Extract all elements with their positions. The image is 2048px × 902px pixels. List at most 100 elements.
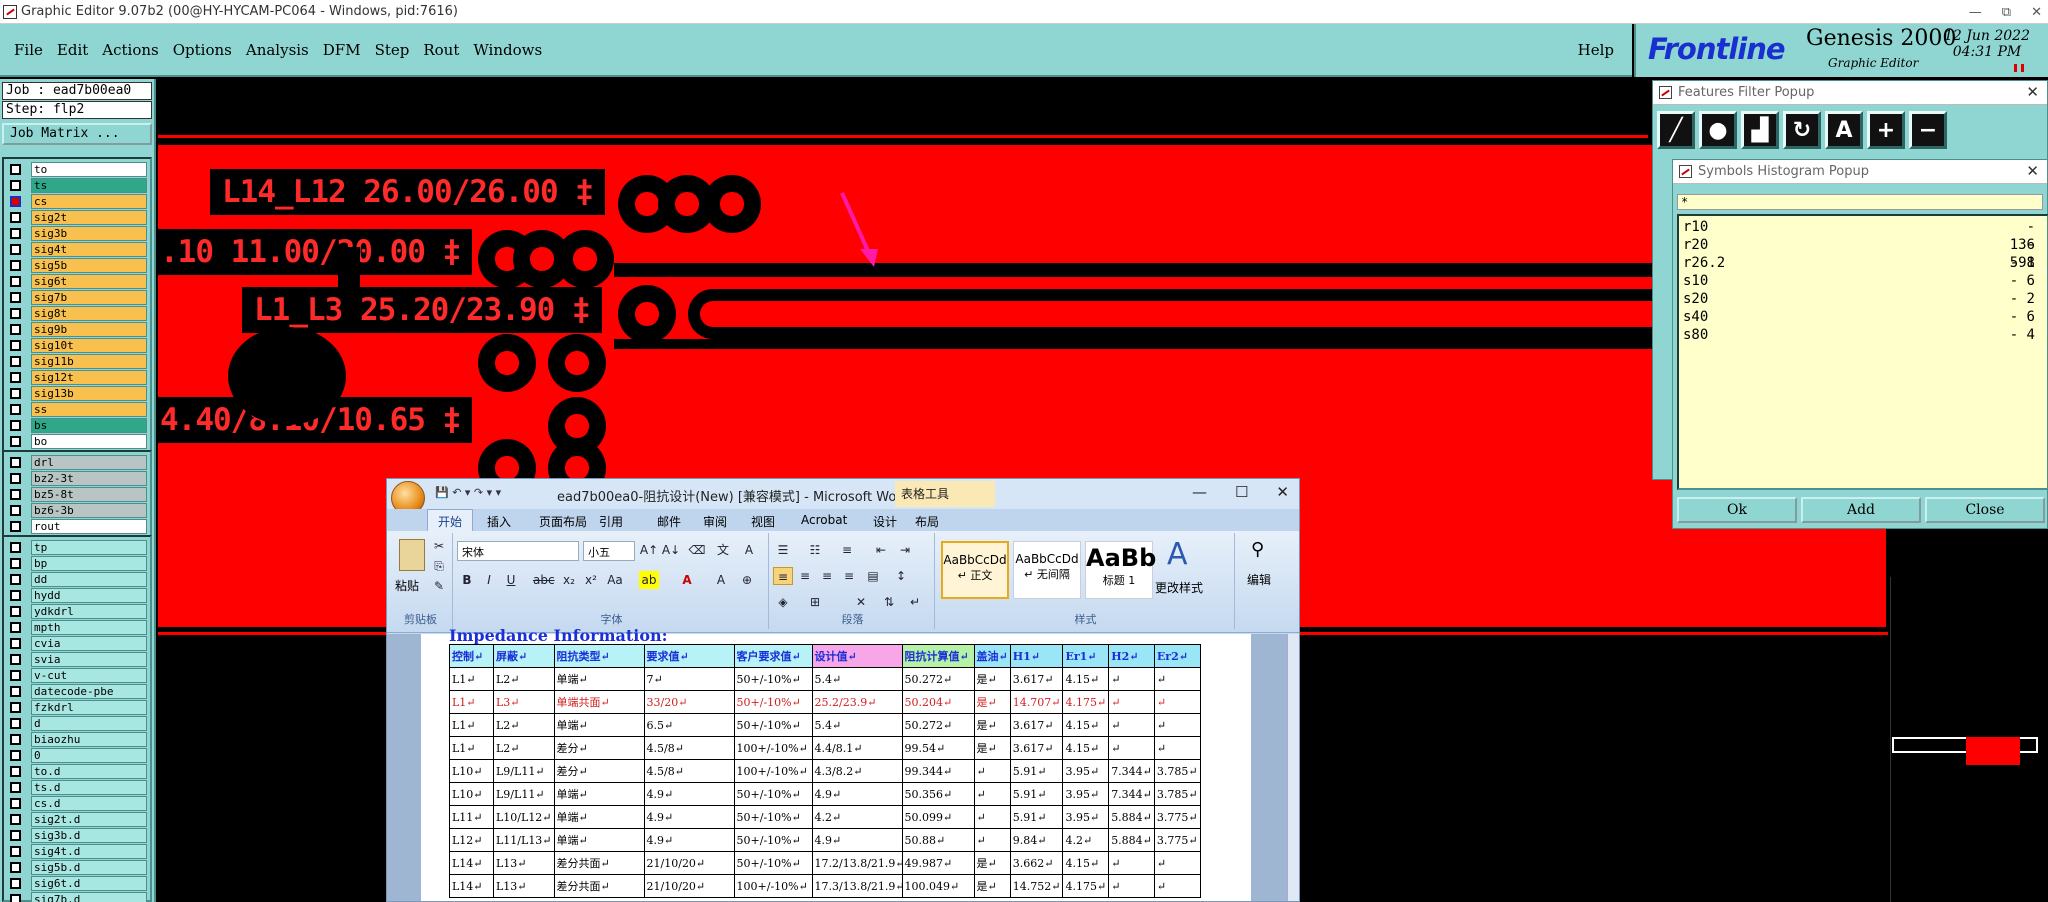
table-cell[interactable]: 3.95↵	[1062, 782, 1110, 806]
layer-checkbox[interactable]	[10, 893, 21, 902]
layer-name[interactable]: ts.d	[31, 779, 147, 795]
font-size-select[interactable]: 小五	[583, 541, 635, 561]
pad-icon[interactable]: ●	[1699, 111, 1737, 149]
layer-name[interactable]: sig2t.d	[31, 811, 147, 827]
align-left-icon[interactable]: ≡	[773, 567, 793, 585]
ribbon-tab[interactable]: 布局	[915, 513, 939, 530]
histogram-row[interactable]: s20 - 2	[1683, 290, 2043, 308]
layer-checkbox[interactable]	[10, 557, 21, 569]
table-header-cell[interactable]: 控制↵	[449, 644, 494, 668]
table-cell[interactable]: 4.15↵	[1062, 667, 1110, 691]
sort-icon[interactable]: ⇅	[879, 593, 899, 611]
ribbon-tab[interactable]: 视图	[751, 513, 775, 530]
layer-name[interactable]: ss	[31, 401, 147, 417]
surface-icon[interactable]: ▟	[1741, 111, 1779, 149]
layer-row[interactable]: sig5b	[4, 257, 150, 273]
table-header-cell[interactable]: 屏蔽↵	[493, 644, 555, 668]
strikethrough-icon[interactable]: abc	[533, 571, 555, 589]
layer-row[interactable]: bs	[4, 417, 150, 433]
layer-checkbox[interactable]	[10, 717, 21, 729]
layer-row[interactable]: dd	[4, 571, 150, 587]
table-cell[interactable]: L1↵	[449, 713, 494, 737]
layer-row[interactable]: ts.d	[4, 779, 150, 795]
style-no-spacing[interactable]: AaBbCcDd ↵ 无间隔	[1013, 541, 1081, 599]
layer-name[interactable]: sig6t.d	[31, 875, 147, 891]
table-cell[interactable]: ↵	[1108, 851, 1155, 875]
layer-row[interactable]: hydd	[4, 587, 150, 603]
table-cell[interactable]: 4.15↵	[1062, 713, 1110, 737]
table-cell[interactable]: 50.272↵	[901, 667, 975, 691]
table-header-cell[interactable]: 要求值↵	[643, 644, 735, 668]
layer-row[interactable]: tp	[4, 539, 150, 555]
layer-checkbox[interactable]	[10, 291, 21, 303]
table-cell[interactable]: 50.88↵	[901, 828, 975, 852]
show-marks-icon[interactable]: ↵	[905, 593, 925, 611]
layer-row[interactable]: drl	[4, 454, 150, 470]
table-cell[interactable]: 50.204↵	[901, 690, 975, 714]
layer-name[interactable]: sig5b.d	[31, 859, 147, 875]
layer-checkbox[interactable]	[10, 339, 21, 351]
align-right-icon[interactable]: ≡	[817, 567, 837, 585]
table-cell[interactable]: 4.9↵	[643, 782, 735, 806]
layer-checkbox[interactable]	[10, 488, 21, 500]
layer-name[interactable]: sig11b	[31, 353, 147, 369]
table-cell[interactable]: L13↵	[493, 874, 555, 898]
histogram-row[interactable]: r26.2 - 1	[1683, 254, 2043, 272]
table-cell[interactable]: 4.9↵	[811, 828, 903, 852]
table-cell[interactable]: 3.617↵	[1009, 736, 1064, 760]
layer-name[interactable]: bs	[31, 417, 147, 433]
impedance-table[interactable]: 控制↵ 屏蔽↵ 阻抗类型↵ 要求值↵ 客户要求值↵ 设计值↵ 阻抗计算值↵ 盖油↵ H1↵ Er1…	[449, 644, 1201, 898]
table-header-cell[interactable]: H2↵	[1108, 644, 1155, 668]
layer-checkbox[interactable]	[10, 653, 21, 665]
table-cell[interactable]: L14↵	[449, 851, 494, 875]
layer-name[interactable]: sig4t	[31, 241, 147, 257]
layer-checkbox[interactable]	[10, 163, 21, 175]
layer-checkbox[interactable]	[10, 275, 21, 287]
close-button[interactable]: ✕	[1276, 483, 1289, 501]
layer-name[interactable]: ydkdrl	[31, 603, 147, 619]
table-cell[interactable]: 100+/-10%↵	[733, 759, 813, 783]
table-cell[interactable]: 是↵	[973, 851, 1011, 875]
menu-edit[interactable]: Edit	[57, 41, 88, 59]
menu-dfm[interactable]: DFM	[323, 41, 361, 59]
table-cell[interactable]: 差分共面↵	[553, 874, 645, 898]
table-cell[interactable]: 3.775↵	[1153, 828, 1201, 852]
layer-name[interactable]: sig5b	[31, 257, 147, 273]
table-header-cell[interactable]: 阻抗计算值↵	[901, 644, 975, 668]
table-cell[interactable]: ↵	[1108, 690, 1155, 714]
layer-checkbox[interactable]	[10, 733, 21, 745]
quick-access-toolbar[interactable]: 💾 ↶ ▾ ↷ ▾ ▾	[435, 486, 501, 499]
table-cell[interactable]: 100.049↵	[901, 874, 975, 898]
underline-icon[interactable]: U	[501, 571, 521, 589]
table-cell[interactable]: 99.54↵	[901, 736, 975, 760]
layer-name[interactable]: bo	[31, 433, 147, 449]
layer-checkbox[interactable]	[10, 323, 21, 335]
ribbon-tab[interactable]: 审阅	[703, 513, 727, 530]
table-cell[interactable]: ↵	[973, 782, 1011, 806]
layer-row[interactable]: sig6t	[4, 273, 150, 289]
menu-options[interactable]: Options	[173, 41, 232, 59]
histogram-row[interactable]: r10 - 136	[1683, 218, 2043, 253]
layer-checkbox[interactable]	[10, 419, 21, 431]
table-cell[interactable]: 单端↵	[553, 782, 645, 806]
layer-checkbox[interactable]	[10, 307, 21, 319]
layer-checkbox[interactable]	[10, 179, 21, 191]
layer-row[interactable]: sig3b	[4, 225, 150, 241]
layer-row[interactable]: mpth	[4, 619, 150, 635]
layer-checkbox[interactable]	[10, 685, 21, 697]
layer-row[interactable]: sig2t	[4, 209, 150, 225]
table-row[interactable]: L1↵ L3↵ 单端共面↵ 33/20↵ 50+/-10%↵ 25.2/23.9↵ 50.2…	[449, 690, 1201, 714]
table-cell[interactable]: 4.2↵	[811, 805, 903, 829]
layer-row[interactable]: rout	[4, 518, 150, 534]
layer-checkbox[interactable]	[10, 211, 21, 223]
table-cell[interactable]: 21/10/20↵	[643, 874, 735, 898]
char-shading-icon[interactable]: A	[711, 571, 731, 589]
minimize-button[interactable]: —	[1969, 5, 1982, 20]
distribute-icon[interactable]: ▤	[863, 567, 883, 585]
layer-row[interactable]: sig5b.d	[4, 859, 150, 875]
table-cell[interactable]: 3.95↵	[1062, 759, 1110, 783]
ribbon-tab[interactable]: 邮件	[657, 513, 681, 530]
bold-icon[interactable]: B	[457, 571, 477, 589]
font-color-icon[interactable]: A	[677, 571, 697, 589]
table-cell[interactable]: 4.2↵	[1062, 828, 1110, 852]
